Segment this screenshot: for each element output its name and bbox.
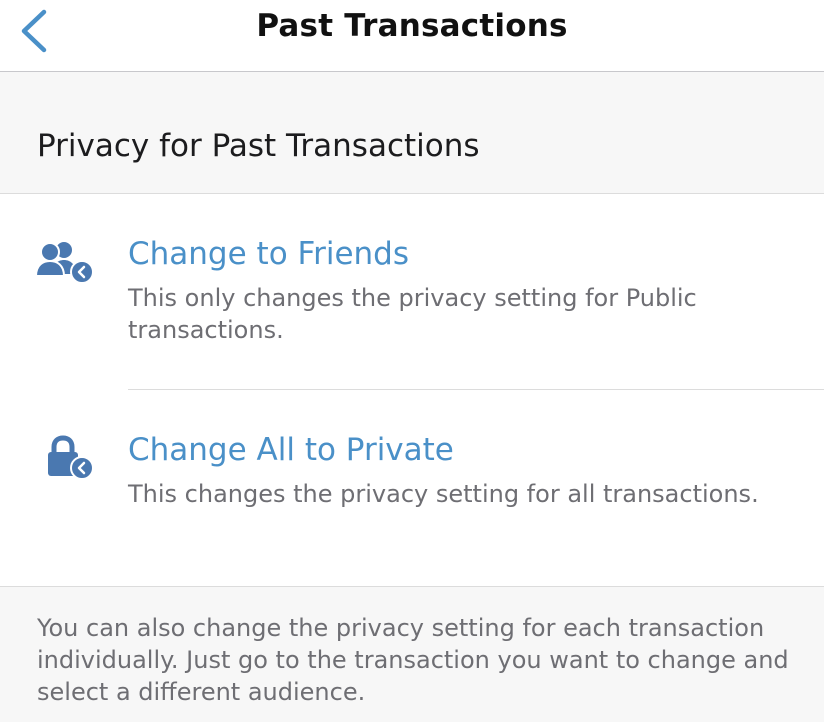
footer-note: You can also change the privacy setting … — [37, 614, 789, 706]
section-header: Privacy for Past Transactions — [0, 72, 824, 194]
change-all-to-private-label: Change All to Private — [128, 432, 454, 468]
lock-icon — [34, 434, 98, 482]
change-to-friends-description: This only changes the privacy setting fo… — [128, 284, 697, 344]
change-all-to-private-option[interactable]: Change All to Private This changes the p… — [0, 390, 824, 586]
section-title: Privacy for Past Transactions — [37, 128, 480, 164]
page-title: Past Transactions — [256, 8, 568, 44]
change-to-friends-option[interactable]: Change to Friends This only changes the … — [0, 194, 824, 389]
friends-icon — [34, 238, 98, 286]
privacy-options-list: Change to Friends This only changes the … — [0, 194, 824, 587]
change-all-to-private-description: This changes the privacy setting for all… — [128, 480, 759, 508]
change-to-friends-label: Change to Friends — [128, 236, 409, 272]
navigation-bar: Past Transactions — [0, 0, 824, 72]
